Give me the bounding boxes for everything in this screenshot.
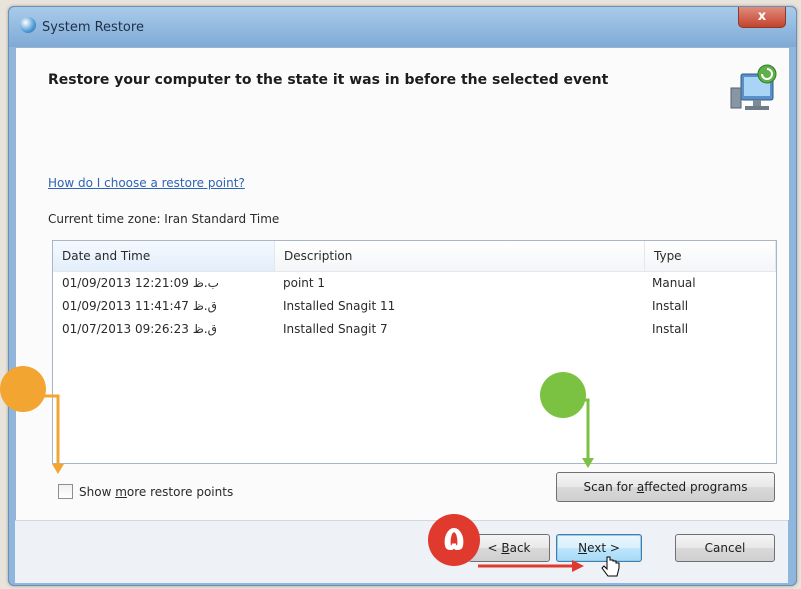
cell-description: point 1 bbox=[283, 276, 326, 290]
cell-date: 01/07/2013 09:26:23 ق.ظ bbox=[62, 322, 217, 336]
button-bar bbox=[15, 520, 788, 583]
orange-marker bbox=[0, 366, 46, 412]
system-restore-window: System Restore x Restore your computer t… bbox=[8, 6, 797, 586]
back-button[interactable]: < Back bbox=[468, 534, 550, 562]
restore-points-list[interactable]: Date and Time Description Type 01/09/201… bbox=[52, 240, 777, 464]
show-more-option[interactable]: Show more restore points bbox=[58, 484, 233, 499]
list-header: Date and Time Description Type bbox=[53, 241, 776, 272]
column-header-description[interactable]: Description bbox=[275, 241, 645, 271]
hand-cursor-icon bbox=[601, 556, 620, 577]
column-header-date[interactable]: Date and Time bbox=[53, 241, 275, 271]
cell-type: Install bbox=[652, 322, 689, 336]
cell-date: 01/09/2013 12:21:09 ب.ظ bbox=[62, 276, 219, 290]
scan-affected-programs-button[interactable]: Scan for affected programs bbox=[556, 472, 775, 502]
cell-type: Manual bbox=[652, 276, 696, 290]
show-more-checkbox[interactable] bbox=[58, 484, 73, 499]
restore-computer-icon bbox=[730, 64, 777, 110]
cell-type: Install bbox=[652, 299, 689, 313]
table-row[interactable]: 01/09/2013 12:21:09 ب.ظ point 1 Manual bbox=[53, 272, 776, 295]
timezone-label: Current time zone: Iran Standard Time bbox=[48, 212, 280, 226]
show-more-label: Show more restore points bbox=[79, 484, 234, 499]
table-row[interactable]: 01/09/2013 11:41:47 ق.ظ Installed Snagit… bbox=[53, 295, 776, 318]
column-header-type[interactable]: Type bbox=[645, 241, 776, 271]
system-restore-icon bbox=[20, 17, 36, 33]
title-bar: System Restore x bbox=[9, 7, 796, 47]
table-row[interactable]: 01/07/2013 09:26:23 ق.ظ Installed Snagit… bbox=[53, 318, 776, 341]
close-button[interactable]: x bbox=[738, 7, 786, 28]
cell-description: Installed Snagit 7 bbox=[283, 322, 388, 336]
step-number-badge: ۵ bbox=[428, 514, 480, 566]
green-marker bbox=[540, 372, 586, 418]
help-link[interactable]: How do I choose a restore point? bbox=[48, 176, 245, 190]
next-button[interactable]: Next > bbox=[556, 534, 642, 562]
window-title: System Restore bbox=[42, 20, 144, 35]
cell-description: Installed Snagit 11 bbox=[283, 299, 396, 313]
cell-date: 01/09/2013 11:41:47 ق.ظ bbox=[62, 299, 217, 313]
content-area: Restore your computer to the state it wa… bbox=[15, 47, 790, 521]
cancel-button[interactable]: Cancel bbox=[675, 534, 775, 562]
page-title: Restore your computer to the state it wa… bbox=[48, 72, 609, 88]
